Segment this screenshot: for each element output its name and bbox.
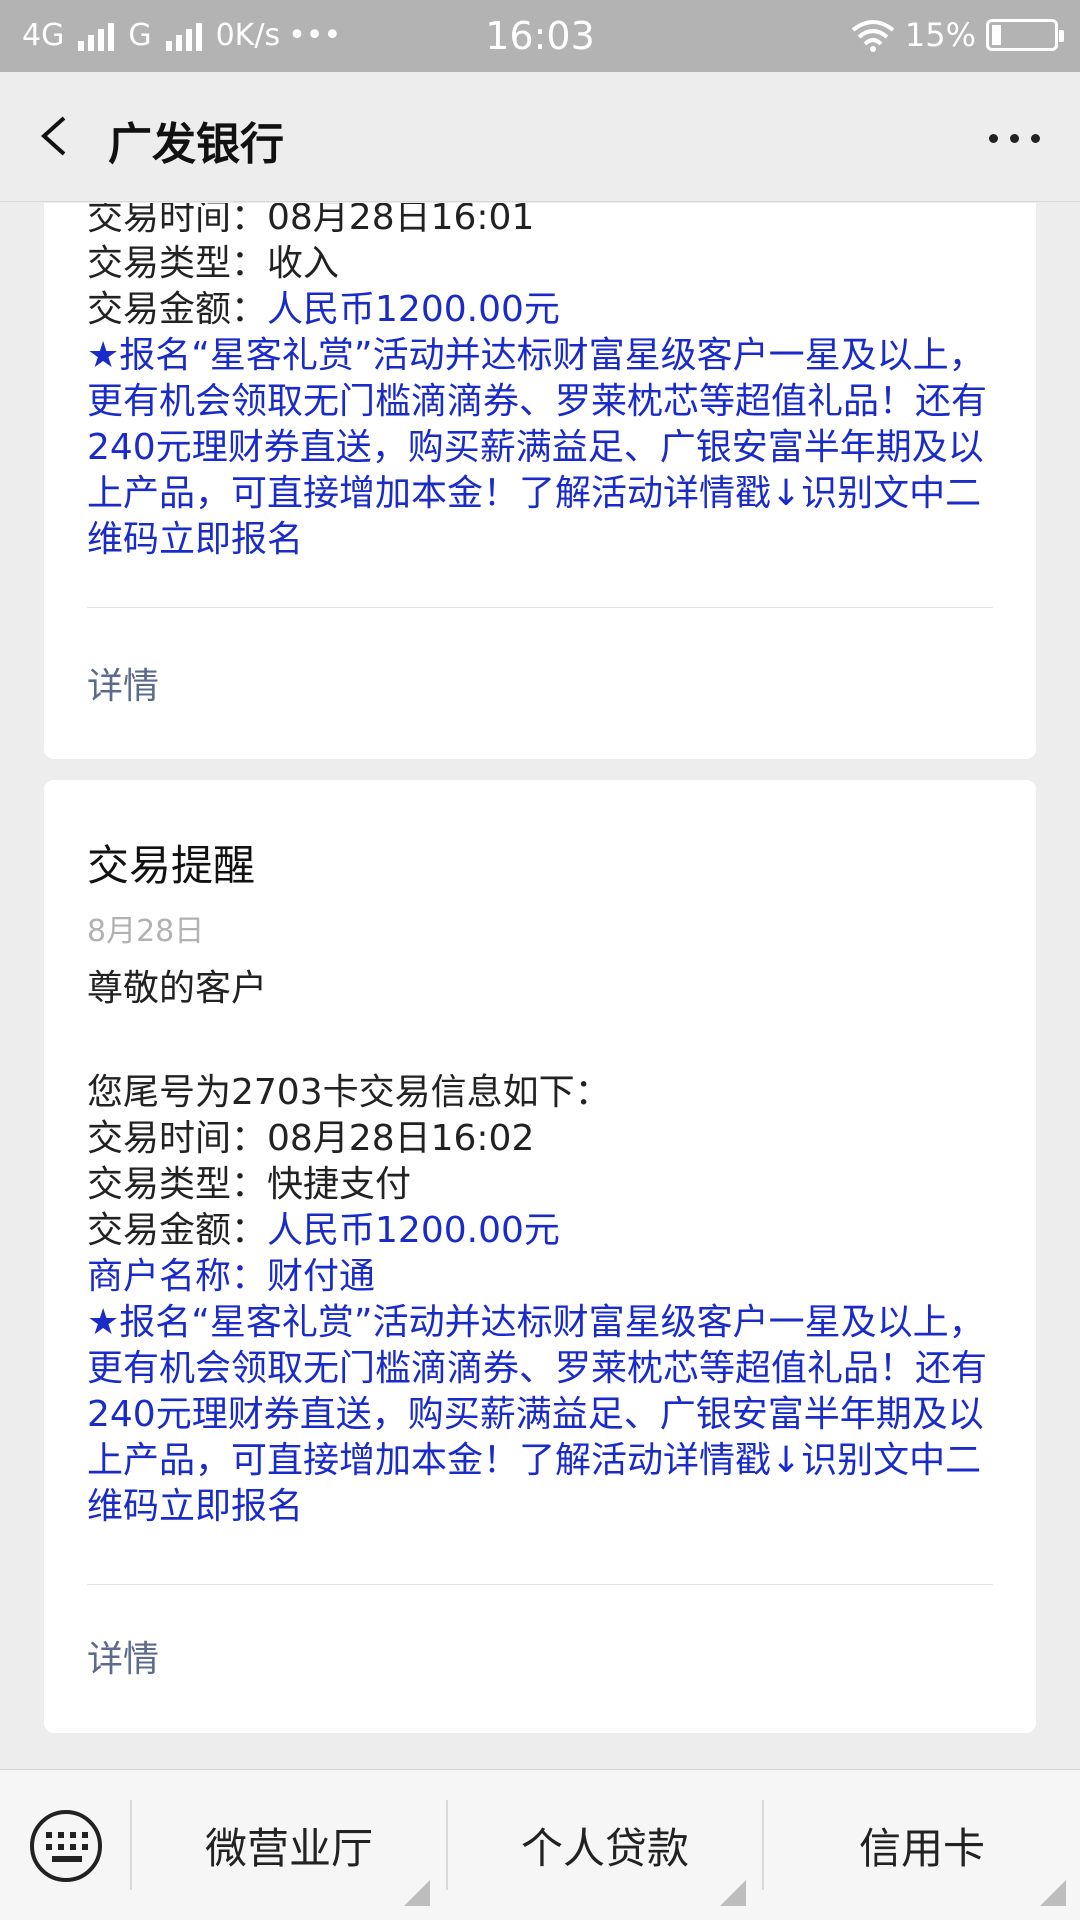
merchant-name: 商户名称：财付通	[87, 1256, 376, 1297]
divider	[87, 607, 993, 608]
battery-icon	[986, 19, 1064, 51]
back-icon[interactable]	[36, 116, 76, 156]
amount-label: 交易金额：	[87, 1210, 268, 1251]
message-title: 交易提醒	[87, 841, 256, 890]
status-bar: 4G G 0K/s ••• 16:03 15%	[0, 0, 1080, 72]
nav-bar: 广发银行	[0, 72, 1080, 202]
more-options-icon[interactable]	[989, 134, 1040, 143]
message-list[interactable]: 交易时间：08月28日16:01 交易类型：收入 交易金额：人民币1200.00…	[0, 203, 1080, 1769]
keyboard-icon[interactable]	[30, 1810, 102, 1882]
message-card: 交易时间：08月28日16:01 交易类型：收入 交易金额：人民币1200.00…	[44, 203, 1036, 759]
transaction-amount: 交易金额：人民币1200.00元	[87, 1208, 560, 1254]
transaction-time: 交易时间：08月28日16:01	[87, 203, 535, 238]
transaction-amount: 交易金额：人民币1200.00元	[87, 287, 560, 333]
page-title: 广发银行	[108, 119, 284, 170]
transaction-type: 交易类型：收入	[87, 243, 340, 284]
amount-value: 人民币1200.00元	[267, 289, 560, 330]
detail-link[interactable]: 详情	[87, 1630, 159, 1682]
menu-item-credit-card[interactable]: 信用卡	[764, 1770, 1080, 1920]
wifi-icon	[851, 20, 895, 52]
status-right: 15%	[851, 16, 1064, 54]
detail-link[interactable]: 详情	[87, 657, 159, 709]
message-date: 8月28日	[87, 914, 205, 949]
promo-text[interactable]: ★报名“星客礼赏”活动并达标财富星级客户一星及以上，更有机会领取无门槛滴滴券、罗…	[87, 1300, 1007, 1530]
submenu-indicator-icon	[1040, 1880, 1066, 1906]
submenu-indicator-icon	[720, 1880, 746, 1906]
transaction-time: 交易时间：08月28日16:02	[87, 1118, 535, 1159]
message-card: 交易提醒 8月28日 尊敬的客户 您尾号为2703卡交易信息如下： 交易时间：0…	[44, 780, 1036, 1733]
battery-percent: 15%	[904, 16, 976, 54]
transaction-type: 交易类型：快捷支付	[87, 1164, 412, 1205]
menu-item-weiyingyeting[interactable]: 微营业厅	[132, 1770, 446, 1920]
amount-value: 人民币1200.00元	[267, 1210, 560, 1251]
bottom-menu: 微营业厅 个人贷款 信用卡	[0, 1769, 1080, 1920]
submenu-indicator-icon	[404, 1880, 430, 1906]
greeting: 尊敬的客户	[87, 968, 268, 1009]
promo-text[interactable]: ★报名“星客礼赏”活动并达标财富星级客户一星及以上，更有机会领取无门槛滴滴券、罗…	[87, 333, 1007, 563]
battery-fill	[992, 25, 1001, 45]
card-intro: 您尾号为2703卡交易信息如下：	[87, 1072, 611, 1113]
amount-label: 交易金额：	[87, 289, 268, 330]
menu-item-personal-loan[interactable]: 个人贷款	[448, 1770, 762, 1920]
divider	[87, 1584, 993, 1585]
